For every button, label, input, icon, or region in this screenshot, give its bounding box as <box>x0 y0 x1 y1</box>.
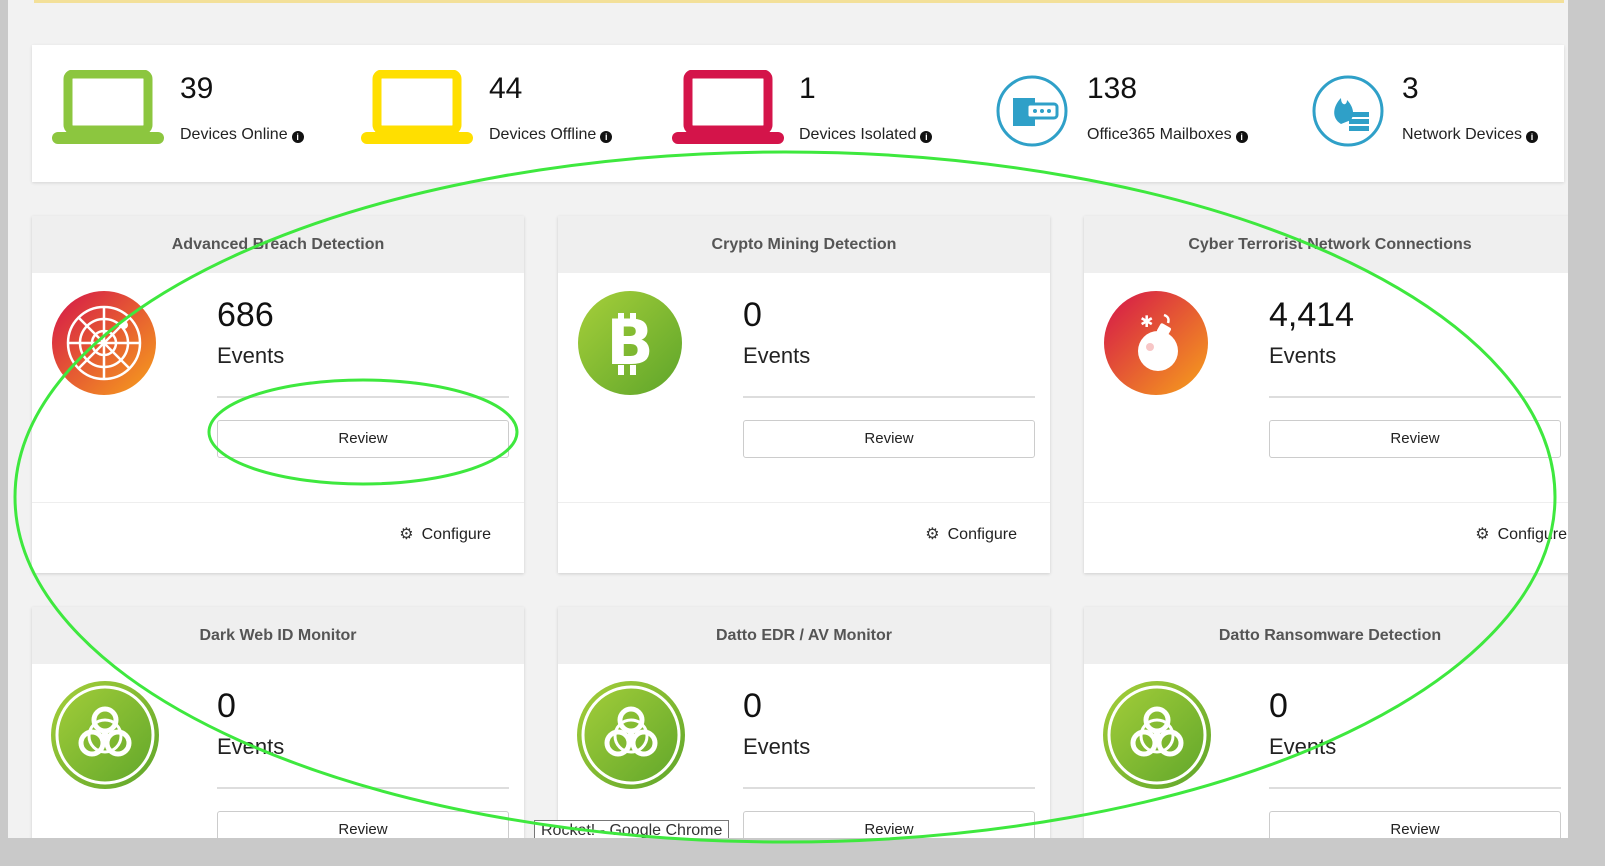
card-title: Crypto Mining Detection <box>558 216 1050 273</box>
info-icon[interactable]: i <box>1235 131 1248 143</box>
card-title: Cyber Terrorist Network Connections <box>1084 216 1568 273</box>
footer-separator <box>32 502 524 503</box>
info-icon[interactable]: i <box>1526 131 1539 143</box>
event-count: 686 <box>217 296 274 334</box>
footer-separator <box>558 502 1050 503</box>
review-button[interactable]: Review <box>743 420 1035 458</box>
biohazard-icon <box>1103 681 1211 789</box>
top-accent-line <box>34 0 1564 3</box>
laptop-icon <box>361 70 473 144</box>
card-title: Datto EDR / AV Monitor <box>558 607 1050 664</box>
laptop-icon <box>52 70 164 144</box>
event-unit: Events <box>1269 343 1337 368</box>
event-count: 4,414 <box>1269 296 1355 334</box>
devices-offline-count: 44 <box>489 72 523 105</box>
review-button[interactable]: Review <box>1269 811 1561 838</box>
window-tooltip: Rocket! - Google Chrome <box>534 820 730 838</box>
info-icon[interactable]: i <box>600 131 613 143</box>
office365-mailboxes-text: Office365 Mailboxes <box>1087 126 1232 143</box>
card-title: Dark Web ID Monitor <box>32 607 524 664</box>
stat-office365-mailboxes[interactable]: 138 Office365 Mailboxes i <box>995 45 1275 182</box>
summary-bar: 39 Devices Online i 44 Devices Offline i 1… <box>32 45 1564 182</box>
footer-separator <box>1084 502 1568 503</box>
divider <box>1269 396 1561 398</box>
configure-button[interactable]: ⚙ Configure <box>1475 524 1567 544</box>
devices-online-count: 39 <box>180 72 214 105</box>
bitcoin-icon: B <box>578 291 682 395</box>
event-unit: Events <box>217 734 285 759</box>
configure-label: Configure <box>421 526 491 543</box>
dashboard-frame: 39 Devices Online i 44 Devices Offline i 1… <box>8 0 1568 838</box>
network-devices-count: 3 <box>1402 72 1419 105</box>
gear-icon: ⚙ <box>1475 526 1490 543</box>
gear-icon: ⚙ <box>925 526 940 543</box>
event-unit: Events <box>743 734 811 759</box>
firewall-icon <box>1312 75 1384 147</box>
mailbox-icon <box>996 75 1068 147</box>
stat-network-devices[interactable]: 3 Network Devices i <box>1311 45 1561 182</box>
info-icon[interactable]: i <box>920 131 933 143</box>
event-count: 0 <box>1269 687 1288 725</box>
event-unit: Events <box>743 343 811 368</box>
event-unit: Events <box>217 343 285 368</box>
devices-isolated-label: Devices Isolated i <box>799 126 933 144</box>
gear-icon: ⚙ <box>399 526 414 543</box>
network-devices-label: Network Devices i <box>1402 126 1539 144</box>
configure-label: Configure <box>1497 526 1567 543</box>
card-advanced-breach-detection: Advanced Breach Detection 686 Events Rev… <box>32 216 524 573</box>
laptop-icon <box>672 70 784 144</box>
devices-online-label: Devices Online i <box>180 126 304 144</box>
biohazard-icon <box>51 681 159 789</box>
devices-offline-label: Devices Offline i <box>489 126 613 144</box>
biohazard-icon <box>577 681 685 789</box>
card-cyber-terrorist-network-connections: Cyber Terrorist Network Connections ✱ 4,… <box>1084 216 1568 573</box>
bomb-icon: ✱ <box>1104 291 1208 395</box>
card-title: Advanced Breach Detection <box>32 216 524 273</box>
configure-button[interactable]: ⚙ Configure <box>399 524 491 544</box>
stat-devices-offline[interactable]: 44 Devices Offline i <box>361 45 661 182</box>
stat-devices-online[interactable]: 39 Devices Online i <box>52 45 352 182</box>
event-count: 0 <box>743 687 762 725</box>
divider <box>1269 787 1561 789</box>
office365-mailboxes-count: 138 <box>1087 72 1138 105</box>
divider <box>217 396 509 398</box>
devices-isolated-text: Devices Isolated <box>799 126 917 143</box>
review-button[interactable]: Review <box>217 420 509 458</box>
card-dark-web-id-monitor: Dark Web ID Monitor 0 Events Review <box>32 607 524 838</box>
review-button[interactable]: Review <box>217 811 509 838</box>
divider <box>743 787 1035 789</box>
stat-devices-isolated[interactable]: 1 Devices Isolated i <box>672 45 972 182</box>
card-title: Datto Ransomware Detection <box>1084 607 1568 664</box>
event-count: 0 <box>217 687 236 725</box>
event-unit: Events <box>1269 734 1337 759</box>
info-icon[interactable]: i <box>291 131 304 143</box>
divider <box>743 396 1035 398</box>
svg-text:✱: ✱ <box>1140 312 1153 331</box>
review-button[interactable]: Review <box>1269 420 1561 458</box>
radar-icon <box>52 291 156 395</box>
devices-isolated-count: 1 <box>799 72 816 105</box>
card-datto-ransomware-detection: Datto Ransomware Detection 0 Events Revi… <box>1084 607 1568 838</box>
network-devices-text: Network Devices <box>1402 126 1523 143</box>
configure-button[interactable]: ⚙ Configure <box>925 524 1017 544</box>
event-count: 0 <box>743 296 762 334</box>
divider <box>217 787 509 789</box>
card-crypto-mining-detection: Crypto Mining Detection B 0 Events Revie… <box>558 216 1050 573</box>
card-datto-edr-av-monitor: Datto EDR / AV Monitor 0 Events Review <box>558 607 1050 838</box>
office365-mailboxes-label: Office365 Mailboxes i <box>1087 126 1248 144</box>
review-button[interactable]: Review <box>743 811 1035 838</box>
devices-offline-text: Devices Offline <box>489 126 597 143</box>
configure-label: Configure <box>947 526 1017 543</box>
devices-online-text: Devices Online <box>180 126 288 143</box>
